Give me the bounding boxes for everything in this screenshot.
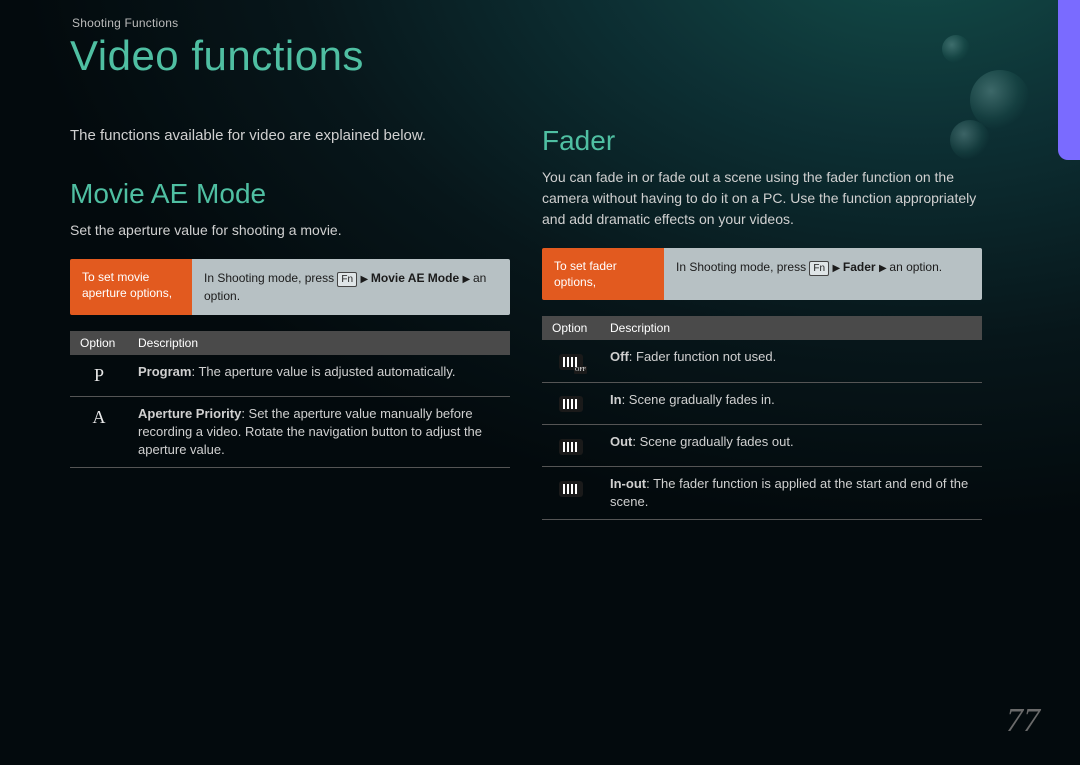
instr-prefix: In Shooting mode, press xyxy=(676,260,809,274)
option-icon-cell xyxy=(542,340,600,382)
section-sub-movie-ae: Set the aperture value for shooting a mo… xyxy=(70,220,510,241)
options-table-fader: Option Description Off: Fader function n… xyxy=(542,316,982,520)
instruction-steps: In Shooting mode, press Fn ▶ Fader ▶ an … xyxy=(664,248,982,300)
fader-in-icon xyxy=(559,396,583,412)
option-text: : Fader function not used. xyxy=(629,349,776,364)
section-sub-fader: You can fade in or fade out a scene usin… xyxy=(542,167,982,230)
th-option: Option xyxy=(70,331,128,355)
instr-prefix: In Shooting mode, press xyxy=(204,271,337,285)
th-description: Description xyxy=(128,331,510,355)
th-option: Option xyxy=(542,316,600,340)
instruction-box-fader: To set fader options, In Shooting mode, … xyxy=(542,248,982,300)
triangle-icon: ▶ xyxy=(879,263,889,274)
fader-out-icon xyxy=(559,439,583,455)
instr-path: Fader xyxy=(843,260,876,274)
instruction-box-movie-ae: To set movie aperture options, In Shooti… xyxy=(70,259,510,315)
breadcrumb: Shooting Functions xyxy=(72,16,178,30)
option-desc: Program: The aperture value is adjusted … xyxy=(128,355,510,397)
option-desc: In-out: The fader function is applied at… xyxy=(600,466,982,519)
decor-bubble xyxy=(970,70,1030,130)
option-text: : Scene gradually fades in. xyxy=(622,392,775,407)
instruction-steps: In Shooting mode, press Fn ▶ Movie AE Mo… xyxy=(192,259,510,315)
option-label: Aperture Priority xyxy=(138,406,241,421)
option-text: : The aperture value is adjusted automat… xyxy=(191,364,455,379)
option-desc: Out: Scene gradually fades out. xyxy=(600,424,982,466)
page-title: Video functions xyxy=(70,32,364,80)
th-description: Description xyxy=(600,316,982,340)
left-column: The functions available for video are ex… xyxy=(70,125,510,468)
section-heading-fader: Fader xyxy=(542,125,982,157)
page-number: 77 xyxy=(1006,702,1040,740)
option-icon-cell xyxy=(542,424,600,466)
right-column: Fader You can fade in or fade out a scen… xyxy=(542,125,982,520)
option-icon-cell xyxy=(542,466,600,519)
option-label: Program xyxy=(138,364,191,379)
fn-key-icon: Fn xyxy=(337,272,357,287)
corner-accent xyxy=(1058,0,1080,160)
option-desc: In: Scene gradually fades in. xyxy=(600,382,982,424)
option-label: In-out xyxy=(610,476,646,491)
section-heading-movie-ae: Movie AE Mode xyxy=(70,178,510,210)
triangle-icon: ▶ xyxy=(832,263,842,274)
table-row: In: Scene gradually fades in. xyxy=(542,382,982,424)
option-label: In xyxy=(610,392,622,407)
table-row: Out: Scene gradually fades out. xyxy=(542,424,982,466)
fader-off-icon xyxy=(559,354,583,370)
intro-text: The functions available for video are ex… xyxy=(70,125,510,148)
instruction-label: To set fader options, xyxy=(542,248,664,300)
triangle-icon: ▶ xyxy=(360,274,370,285)
option-glyph-p: P xyxy=(70,355,128,397)
table-row: A Aperture Priority: Set the aperture va… xyxy=(70,396,510,468)
option-label: Out xyxy=(610,434,632,449)
table-row: P Program: The aperture value is adjuste… xyxy=(70,355,510,397)
fader-inout-icon xyxy=(559,481,583,497)
option-text: : The fader function is applied at the s… xyxy=(610,476,968,509)
option-desc: Off: Fader function not used. xyxy=(600,340,982,382)
option-text: : Scene gradually fades out. xyxy=(632,434,793,449)
instr-path: Movie AE Mode xyxy=(371,271,459,285)
instr-suffix: an option. xyxy=(889,260,942,274)
fn-key-icon: Fn xyxy=(809,261,829,276)
decor-bubble xyxy=(942,35,970,63)
table-row: In-out: The fader function is applied at… xyxy=(542,466,982,519)
instruction-label: To set movie aperture options, xyxy=(70,259,192,315)
triangle-icon: ▶ xyxy=(462,274,472,285)
option-glyph-a: A xyxy=(70,396,128,468)
option-icon-cell xyxy=(542,382,600,424)
options-table-movie-ae: Option Description P Program: The apertu… xyxy=(70,331,510,469)
table-row: Off: Fader function not used. xyxy=(542,340,982,382)
option-desc: Aperture Priority: Set the aperture valu… xyxy=(128,396,510,468)
option-label: Off xyxy=(610,349,629,364)
